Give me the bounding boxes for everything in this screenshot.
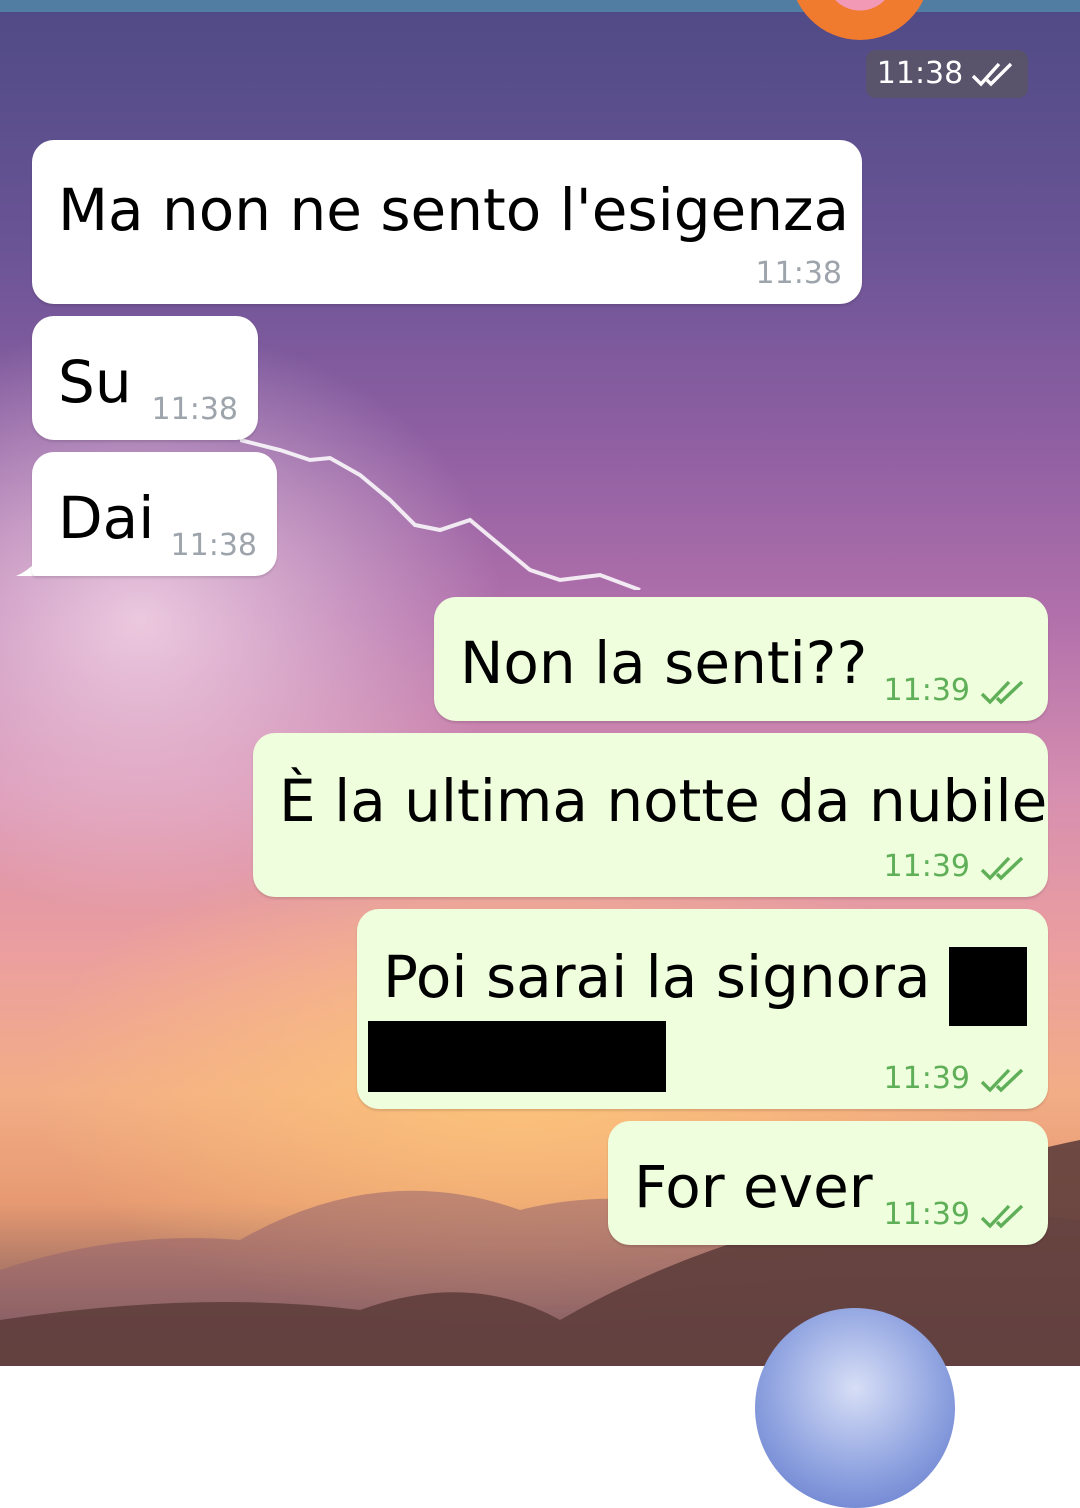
double-check-icon — [980, 680, 1024, 705]
message-text: For ever — [634, 1153, 873, 1221]
message-time: 11:38 — [170, 528, 257, 563]
incoming-message[interactable]: Su 11:38 — [32, 316, 258, 440]
redaction-block — [949, 947, 1027, 1026]
message-text: Non la senti?? — [460, 629, 868, 697]
message-time: 11:39 — [883, 849, 970, 884]
message-text: Poi sarai la signora — [383, 943, 931, 1011]
outgoing-message[interactable]: Non la senti?? 11:39 — [434, 597, 1048, 721]
double-check-icon — [980, 1204, 1024, 1229]
double-check-icon — [972, 62, 1013, 87]
outgoing-message[interactable]: Poi sarai la signora 11:39 — [357, 909, 1048, 1109]
scroll-down-button[interactable] — [755, 1308, 955, 1508]
message-time: 11:39 — [883, 1061, 970, 1096]
message-time: 11:39 — [883, 1197, 970, 1232]
message-text: Dai — [58, 484, 155, 552]
double-check-icon — [980, 1068, 1024, 1093]
message-time: 11:38 — [151, 392, 238, 427]
incoming-message[interactable]: Dai 11:38 — [32, 452, 277, 576]
message-text: È la ultima notte da nubile — [279, 767, 1048, 835]
incoming-message[interactable]: Ma non ne sento l'esigenza 11:38 — [32, 140, 862, 304]
previous-message-time: 11:38 — [876, 56, 964, 91]
message-time: 11:39 — [883, 673, 970, 708]
message-text: Su — [58, 348, 132, 416]
lightning-decoration — [240, 438, 641, 590]
message-text: Ma non ne sento l'esigenza — [58, 176, 849, 244]
redaction-block — [368, 1021, 666, 1092]
outgoing-message[interactable]: For ever 11:39 — [608, 1121, 1048, 1245]
double-check-icon — [980, 856, 1024, 881]
message-time: 11:38 — [755, 256, 842, 291]
previous-message-time-badge: 11:38 — [866, 50, 1028, 98]
outgoing-message[interactable]: È la ultima notte da nubile 11:39 — [253, 733, 1048, 897]
